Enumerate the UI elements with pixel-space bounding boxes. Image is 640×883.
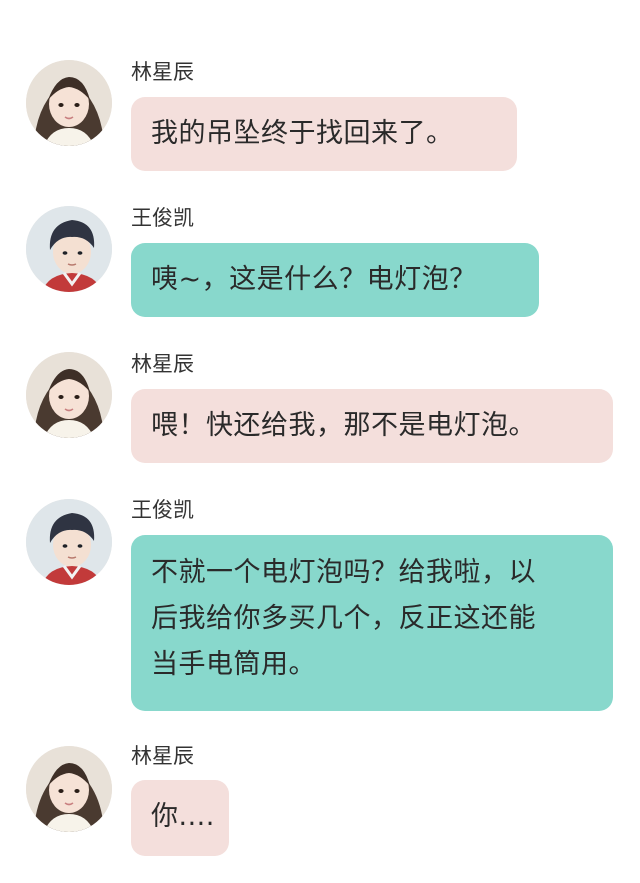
avatar-lin-xingchen[interactable] bbox=[26, 352, 112, 438]
message-text-line: 喂！快还给我，那不是电灯泡。 bbox=[151, 410, 536, 441]
message-text-line: 后我给你多买几个，反正这还能 bbox=[151, 603, 536, 634]
boy-avatar-icon bbox=[26, 206, 112, 292]
avatar-lin-xingchen[interactable] bbox=[26, 60, 112, 146]
sender-name: 林星辰 bbox=[131, 744, 194, 768]
boy-avatar-icon bbox=[26, 499, 112, 585]
message-bubble[interactable]: 你.... bbox=[131, 780, 229, 856]
message-text-line: 我的吊坠终于找回来了。 bbox=[151, 118, 454, 149]
message-text-line: 当手电筒用。 bbox=[151, 649, 316, 680]
girl-avatar-icon bbox=[26, 60, 112, 146]
avatar-lin-xingchen[interactable] bbox=[26, 746, 112, 832]
message-text-line: 你.... bbox=[151, 801, 215, 832]
message-bubble[interactable]: 喂！快还给我，那不是电灯泡。 bbox=[131, 389, 613, 463]
sender-name: 林星辰 bbox=[131, 352, 194, 376]
message-bubble[interactable]: 不就一个电灯泡吗？给我啦，以 后我给你多买几个，反正这还能 当手电筒用。 bbox=[131, 535, 613, 711]
message-text-line: 咦~，这是什么？电灯泡？ bbox=[151, 264, 477, 295]
avatar-wang-junkai[interactable] bbox=[26, 499, 112, 585]
message-bubble[interactable]: 咦~，这是什么？电灯泡？ bbox=[131, 243, 539, 317]
message-bubble[interactable]: 我的吊坠终于找回来了。 bbox=[131, 97, 517, 171]
message-text-line: 不就一个电灯泡吗？给我啦，以 bbox=[151, 557, 536, 588]
sender-name: 王俊凯 bbox=[131, 498, 194, 522]
girl-avatar-icon bbox=[26, 352, 112, 438]
girl-avatar-icon bbox=[26, 746, 112, 832]
avatar-wang-junkai[interactable] bbox=[26, 206, 112, 292]
sender-name: 王俊凯 bbox=[131, 206, 194, 230]
sender-name: 林星辰 bbox=[131, 60, 194, 84]
